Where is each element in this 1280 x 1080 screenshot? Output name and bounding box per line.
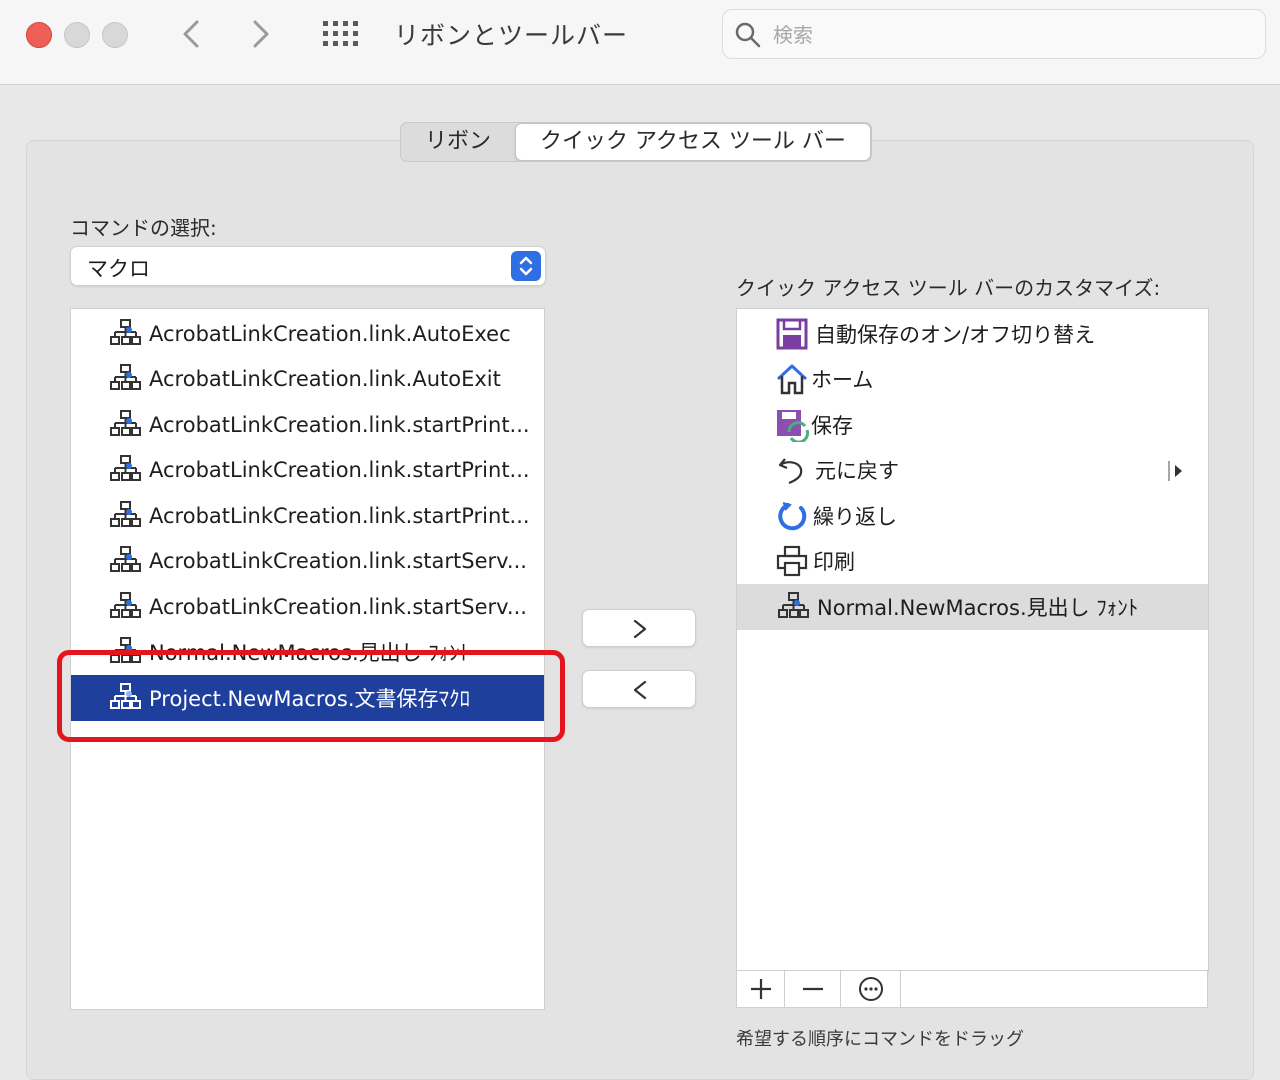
tab-control: リボン クイック アクセス ツール バー: [400, 122, 872, 162]
list-item[interactable]: AcrobatLinkCreation.link.startServ...: [71, 538, 544, 584]
list-item-label: 自動保存のオン/オフ切り替え: [815, 323, 1096, 347]
minus-icon: [803, 987, 823, 991]
undo-icon: [778, 458, 803, 485]
add-command-button[interactable]: [582, 609, 696, 647]
macro-icon: [110, 546, 141, 572]
tab-ribbon[interactable]: リボン: [401, 123, 515, 161]
list-action-bar: [736, 970, 1208, 1008]
macro-icon: [110, 319, 141, 345]
list-item[interactable]: AcrobatLinkCreation.link.startPrint...: [71, 447, 544, 493]
list-item-highlighted[interactable]: Normal.NewMacros.見出し ﾌｫﾝﾄ: [737, 584, 1208, 630]
list-item[interactable]: AcrobatLinkCreation.link.startPrint...: [71, 402, 544, 448]
choose-commands-label: コマンドの選択:: [70, 216, 217, 240]
redo-icon: [778, 502, 807, 531]
macro-icon: [110, 364, 141, 390]
macro-icon: [110, 455, 141, 481]
zoom-window-button[interactable]: [102, 22, 128, 48]
list-item[interactable]: AcrobatLinkCreation.link.startPrint...: [71, 493, 544, 539]
minimize-window-button[interactable]: [64, 22, 90, 48]
list-item-label: AcrobatLinkCreation.link.startServ...: [149, 595, 527, 619]
chevron-left-icon: [633, 680, 647, 700]
chevron-right-icon: [633, 619, 647, 639]
list-item[interactable]: AcrobatLinkCreation.link.startServ...: [71, 584, 544, 630]
close-window-button[interactable]: [26, 22, 52, 48]
list-item-label: 繰り返し: [813, 505, 897, 529]
list-item-label: AcrobatLinkCreation.link.startServ...: [149, 549, 527, 573]
command-category-value: マクロ: [87, 257, 150, 281]
print-icon: [776, 545, 808, 577]
list-item-label: AcrobatLinkCreation.link.AutoExec: [149, 322, 511, 346]
window-toolbar: リボンとツールバー: [0, 0, 1280, 85]
list-item-label: AcrobatLinkCreation.link.AutoExit: [149, 367, 501, 391]
tab-quick-access-toolbar[interactable]: クイック アクセス ツール バー: [515, 123, 871, 161]
customize-toolbar-label: クイック アクセス ツール バーのカスタマイズ:: [736, 276, 1161, 300]
submenu-arrow-icon[interactable]: [1167, 459, 1185, 483]
remove-item-button[interactable]: [785, 971, 841, 1007]
ellipsis-circle-icon: [859, 977, 883, 1001]
select-arrows-icon: [511, 251, 541, 281]
search-field[interactable]: [722, 9, 1266, 59]
macro-icon: [110, 410, 141, 436]
list-item-label: 保存: [811, 414, 853, 438]
window-title: リボンとツールバー: [394, 21, 629, 50]
list-item[interactable]: AcrobatLinkCreation.link.AutoExec: [71, 311, 544, 357]
plus-icon: [751, 979, 771, 999]
toolbar-commands-list[interactable]: 自動保存のオン/オフ切り替え ホーム 保存 元に戻す 繰り返し 印刷 Norma…: [736, 308, 1209, 972]
list-item[interactable]: 元に戻す: [737, 447, 1208, 493]
forward-icon[interactable]: [242, 16, 278, 52]
list-item[interactable]: 繰り返し: [737, 493, 1208, 539]
list-item[interactable]: ホーム: [737, 356, 1208, 402]
macro-icon: [110, 592, 141, 618]
more-options-button[interactable]: [841, 971, 901, 1007]
back-icon[interactable]: [174, 16, 210, 52]
macro-icon: [778, 592, 809, 618]
list-item-label: 印刷: [813, 550, 855, 574]
list-item-label: AcrobatLinkCreation.link.startPrint...: [149, 504, 530, 528]
autosave-icon: [776, 318, 808, 350]
search-icon: [735, 22, 761, 48]
list-item-label: 元に戻す: [815, 459, 899, 483]
drag-hint-text: 希望する順序にコマンドをドラッグ: [736, 1029, 1024, 1050]
remove-command-button[interactable]: [582, 670, 696, 708]
search-input[interactable]: [771, 18, 1255, 52]
list-item-label: AcrobatLinkCreation.link.startPrint...: [149, 413, 530, 437]
macro-icon: [110, 501, 141, 527]
show-all-grid-icon[interactable]: [323, 21, 359, 47]
list-item-label: AcrobatLinkCreation.link.startPrint...: [149, 458, 530, 482]
list-item[interactable]: 保存: [737, 402, 1208, 448]
highlight-annotation-box: [57, 650, 565, 742]
home-icon: [776, 364, 808, 395]
save-icon: [777, 410, 809, 442]
add-item-button[interactable]: [737, 971, 785, 1007]
list-item-label: ホーム: [811, 368, 874, 392]
list-item-label: Normal.NewMacros.見出し ﾌｫﾝﾄ: [817, 596, 1139, 620]
list-item[interactable]: 印刷: [737, 538, 1208, 584]
command-category-select[interactable]: マクロ: [70, 246, 546, 286]
list-item[interactable]: 自動保存のオン/オフ切り替え: [737, 311, 1208, 357]
list-item[interactable]: AcrobatLinkCreation.link.AutoExit: [71, 356, 544, 402]
